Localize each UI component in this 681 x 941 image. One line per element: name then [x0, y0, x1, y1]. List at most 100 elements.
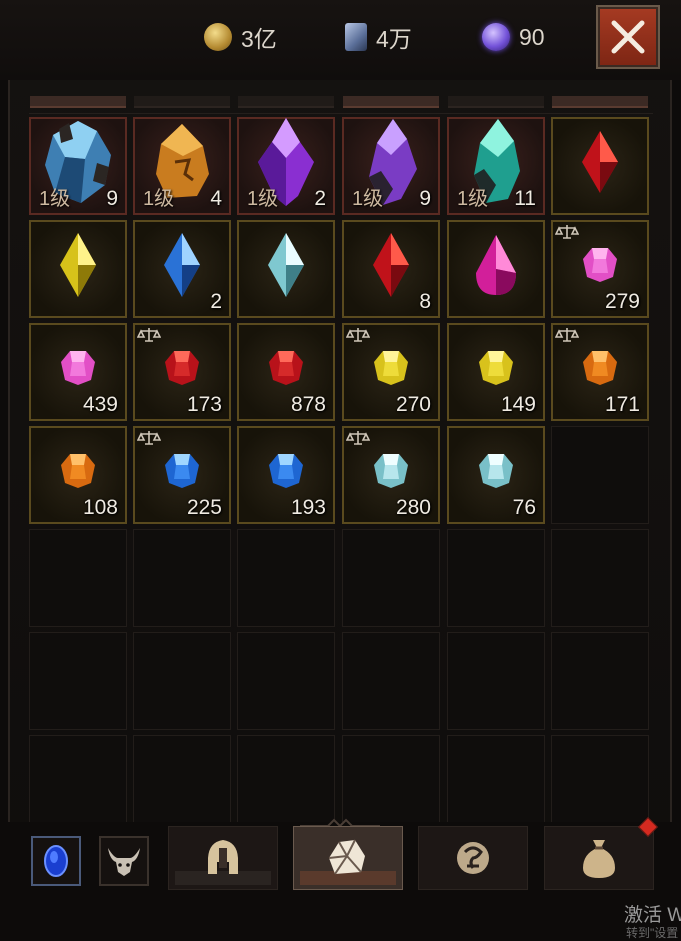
- yellow-round-gem-icon: [374, 351, 408, 386]
- item-count: 76: [512, 496, 536, 519]
- close-button[interactable]: [596, 5, 660, 69]
- orange-round-gem-icon: [61, 454, 95, 489]
- empty-slot[interactable]: [447, 632, 545, 730]
- empty-slot[interactable]: [447, 735, 545, 833]
- empty-slot[interactable]: [551, 426, 649, 524]
- inventory-grid: 1级 9 1级 4 1级 2 1级 9 1级 11 2 8 279 439 17…: [29, 113, 653, 833]
- item-count: 8: [419, 290, 431, 313]
- pink-round-gem-icon: [583, 248, 617, 283]
- item-count: 11: [514, 187, 536, 210]
- inventory-slot[interactable]: 8: [342, 220, 440, 318]
- inventory-slot[interactable]: [237, 220, 335, 318]
- scroll-icon: [345, 23, 367, 51]
- empty-slot[interactable]: [551, 632, 649, 730]
- inventory-slot[interactable]: 1级 9: [342, 117, 440, 215]
- inventory-slot[interactable]: 280: [342, 426, 440, 524]
- blue-round-gem-icon: [165, 454, 199, 489]
- inventory-slot[interactable]: 173: [133, 323, 231, 421]
- item-count: 439: [82, 393, 118, 416]
- red-round-gem-icon: [269, 351, 303, 386]
- item-count: 2: [314, 187, 326, 210]
- rune-icon: [457, 842, 489, 874]
- item-count: 173: [186, 393, 222, 416]
- inventory-slot[interactable]: 76: [447, 426, 545, 524]
- item-count: 108: [82, 496, 118, 519]
- item-count: 9: [106, 187, 118, 210]
- scroll-amount: 4万: [376, 26, 412, 52]
- item-count: 878: [290, 393, 326, 416]
- inventory-slot[interactable]: 878: [237, 323, 335, 421]
- white-round-gem-icon: [374, 454, 408, 489]
- yellow-round-gem-icon: [479, 351, 513, 386]
- inventory-slot[interactable]: 279: [551, 220, 649, 318]
- inventory-slot[interactable]: 193: [237, 426, 335, 524]
- inventory-slot[interactable]: 108: [29, 426, 127, 524]
- orb-amount: 90: [519, 23, 545, 50]
- blue-round-gem-icon: [269, 454, 303, 489]
- red-round-gem-icon: [165, 351, 199, 386]
- item-count: 171: [604, 393, 640, 416]
- bag-tab[interactable]: [544, 826, 654, 890]
- item-level: 1级: [247, 188, 279, 210]
- item-level: 1级: [352, 188, 384, 210]
- inventory-slot[interactable]: 225: [133, 426, 231, 524]
- empty-slot[interactable]: [551, 529, 649, 627]
- item-level: 1级: [39, 188, 71, 210]
- item-count: 279: [604, 290, 640, 313]
- tradeable-scale-icon: [137, 328, 161, 342]
- rune-tab[interactable]: [418, 826, 528, 890]
- blue-oval-gem-icon: [44, 845, 68, 877]
- gem-tab[interactable]: [293, 826, 403, 890]
- item-count: 280: [395, 496, 431, 519]
- watermark-line1: 激活 W: [624, 905, 681, 926]
- inventory-slot[interactable]: 1级 2: [237, 117, 335, 215]
- empty-slot[interactable]: [447, 529, 545, 627]
- category-strip: [30, 96, 650, 108]
- gold-amount: 3亿: [241, 26, 277, 52]
- tradeable-scale-icon: [346, 431, 370, 445]
- empty-slot[interactable]: [237, 632, 335, 730]
- close-x-icon: [611, 20, 645, 54]
- empty-slot[interactable]: [133, 632, 231, 730]
- inventory-slot[interactable]: 1级 11: [447, 117, 545, 215]
- empty-slot[interactable]: [133, 529, 231, 627]
- empty-slot[interactable]: [133, 735, 231, 833]
- inventory-slot[interactable]: [551, 117, 649, 215]
- empty-slot[interactable]: [29, 632, 127, 730]
- tradeable-scale-icon: [346, 328, 370, 342]
- inventory-slot[interactable]: 439: [29, 323, 127, 421]
- money-bag-icon: [583, 840, 615, 878]
- empty-slot[interactable]: [29, 735, 127, 833]
- empty-slot[interactable]: [551, 735, 649, 833]
- inventory-slot[interactable]: 149: [447, 323, 545, 421]
- helmet-tab[interactable]: [168, 826, 278, 890]
- white-marquise-gem-icon: [268, 233, 304, 298]
- red-marquise-gem-icon: [373, 233, 409, 298]
- gold-currency: 3亿: [204, 21, 277, 53]
- inventory-slot[interactable]: [447, 220, 545, 318]
- item-count: 9: [419, 187, 431, 210]
- tradeable-scale-icon: [555, 225, 579, 239]
- inventory-slot[interactable]: 1级 9: [29, 117, 127, 215]
- empty-slot[interactable]: [342, 529, 440, 627]
- orange-round-gem-icon: [583, 351, 617, 386]
- blue-marquise-gem-icon: [164, 233, 200, 298]
- top-bar: [0, 0, 681, 80]
- beast-slot[interactable]: [99, 836, 149, 886]
- inventory-slot[interactable]: 1级 4: [133, 117, 231, 215]
- horned-beast-icon: [108, 848, 140, 876]
- inventory-slot[interactable]: 270: [342, 323, 440, 421]
- empty-slot[interactable]: [237, 529, 335, 627]
- inventory-slot[interactable]: 171: [551, 323, 649, 421]
- blue-gem-slot[interactable]: [31, 836, 81, 886]
- inventory-slot[interactable]: 2: [133, 220, 231, 318]
- watermark-line2: 转到"设置: [626, 926, 679, 940]
- gold-coin-icon: [204, 23, 232, 51]
- crystal-tab-icon: [328, 839, 365, 875]
- orb-currency: 90: [482, 21, 545, 53]
- purple-orb-icon: [482, 23, 510, 51]
- empty-slot[interactable]: [29, 529, 127, 627]
- empty-slot[interactable]: [342, 632, 440, 730]
- inventory-slot[interactable]: [29, 220, 127, 318]
- scroll-currency: 4万: [345, 21, 412, 53]
